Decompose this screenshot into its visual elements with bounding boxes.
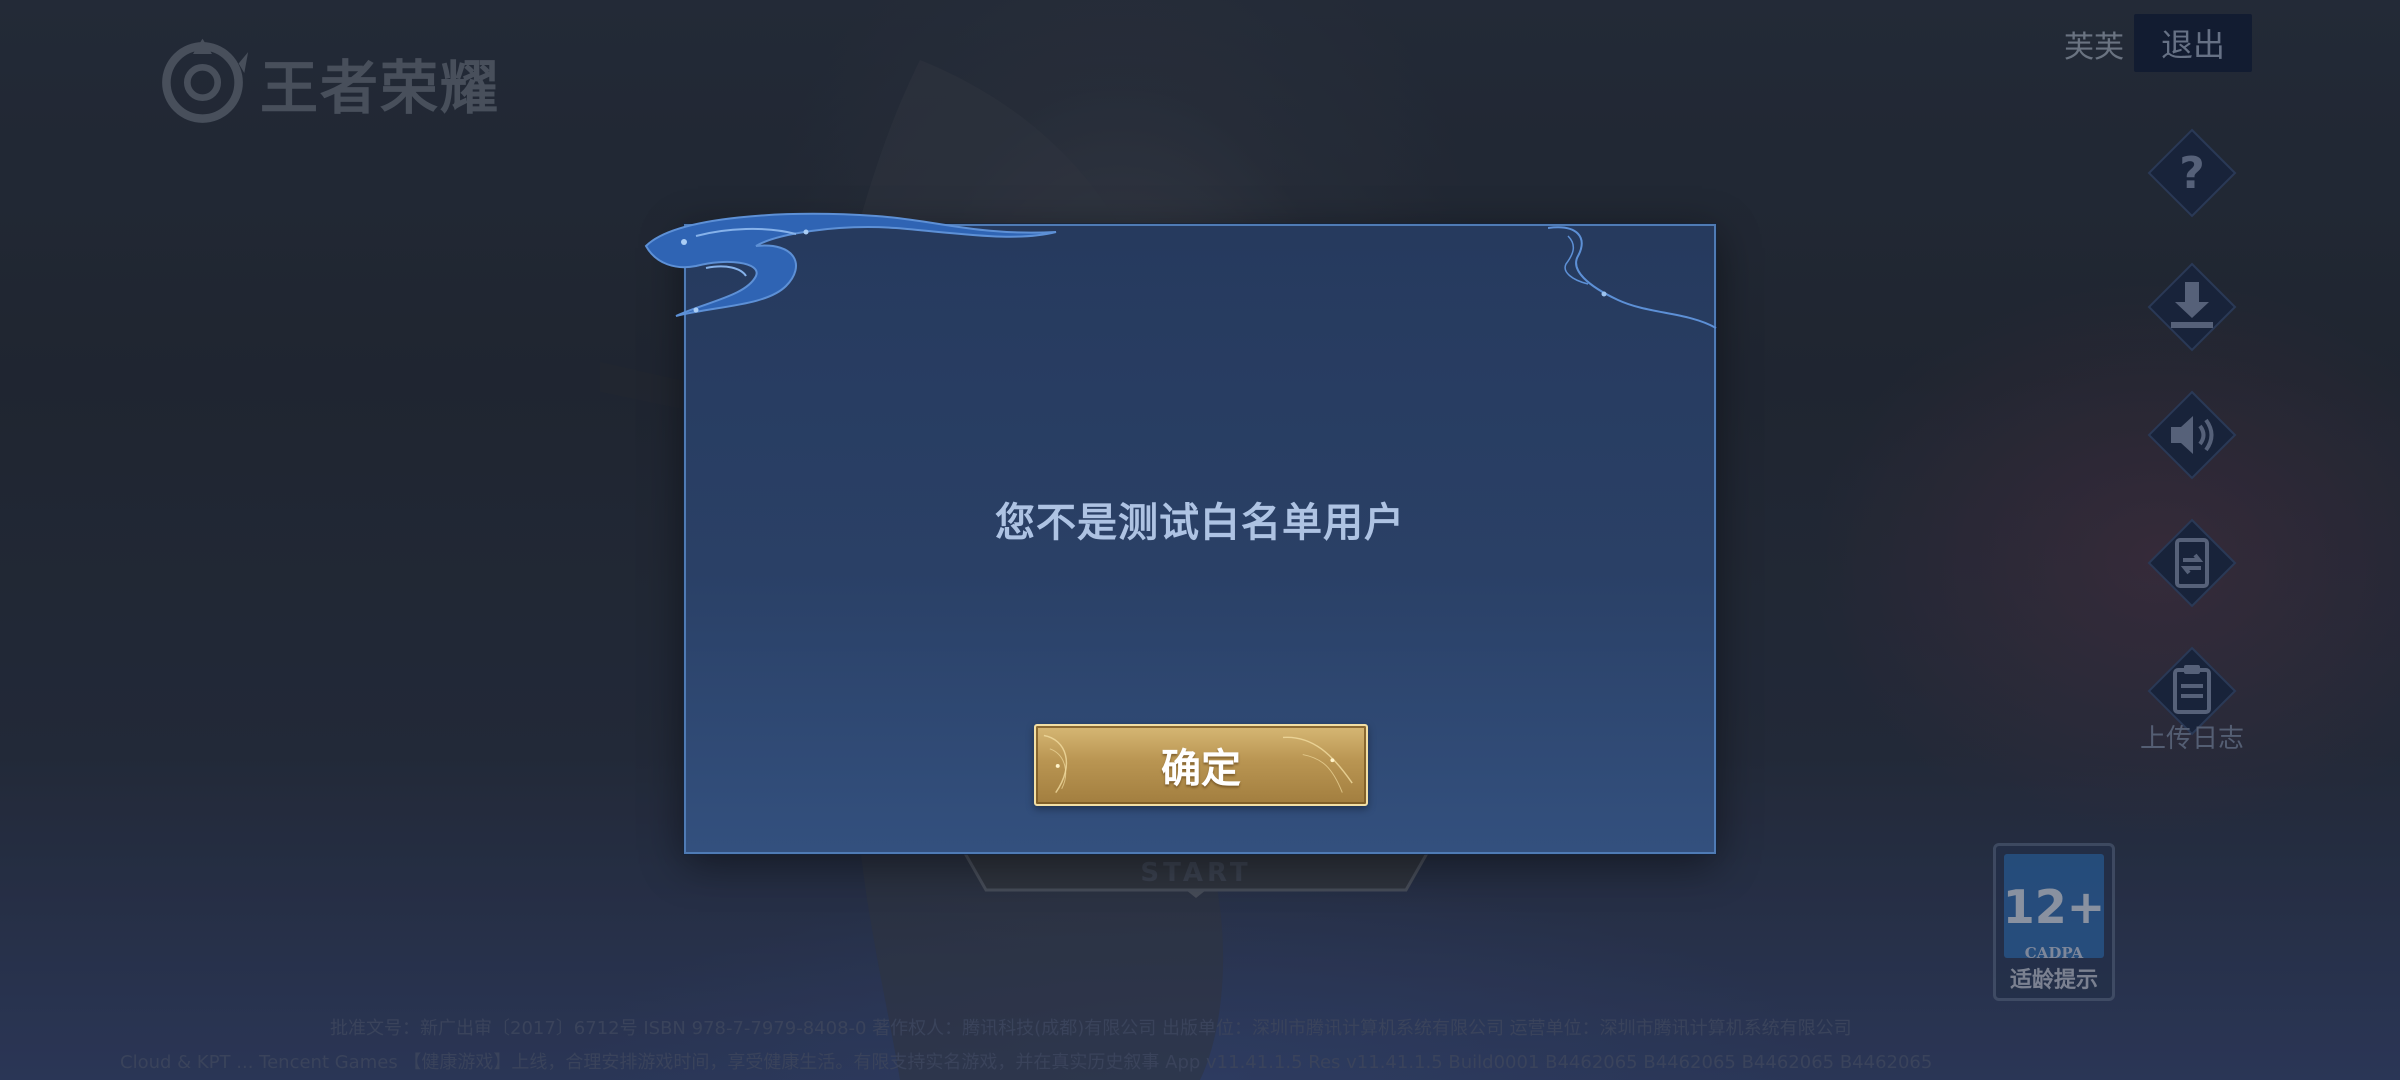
- confirm-button[interactable]: 确定: [1034, 724, 1368, 806]
- dialog-message: 您不是测试白名单用户: [995, 500, 1405, 546]
- dialog-cloud-ornament-right: [1548, 226, 1717, 329]
- alert-dialog: 您不是测试白名单用户 确定: [644, 212, 1717, 854]
- dialog-cloud-ornament-left: [644, 212, 1057, 317]
- confirm-button-label: 确定: [1161, 746, 1241, 792]
- game-login-screen: 王者荣耀 芙芙 退出 ? 上传日志 12+ CADPA 适龄提示 START 批…: [0, 0, 2400, 1080]
